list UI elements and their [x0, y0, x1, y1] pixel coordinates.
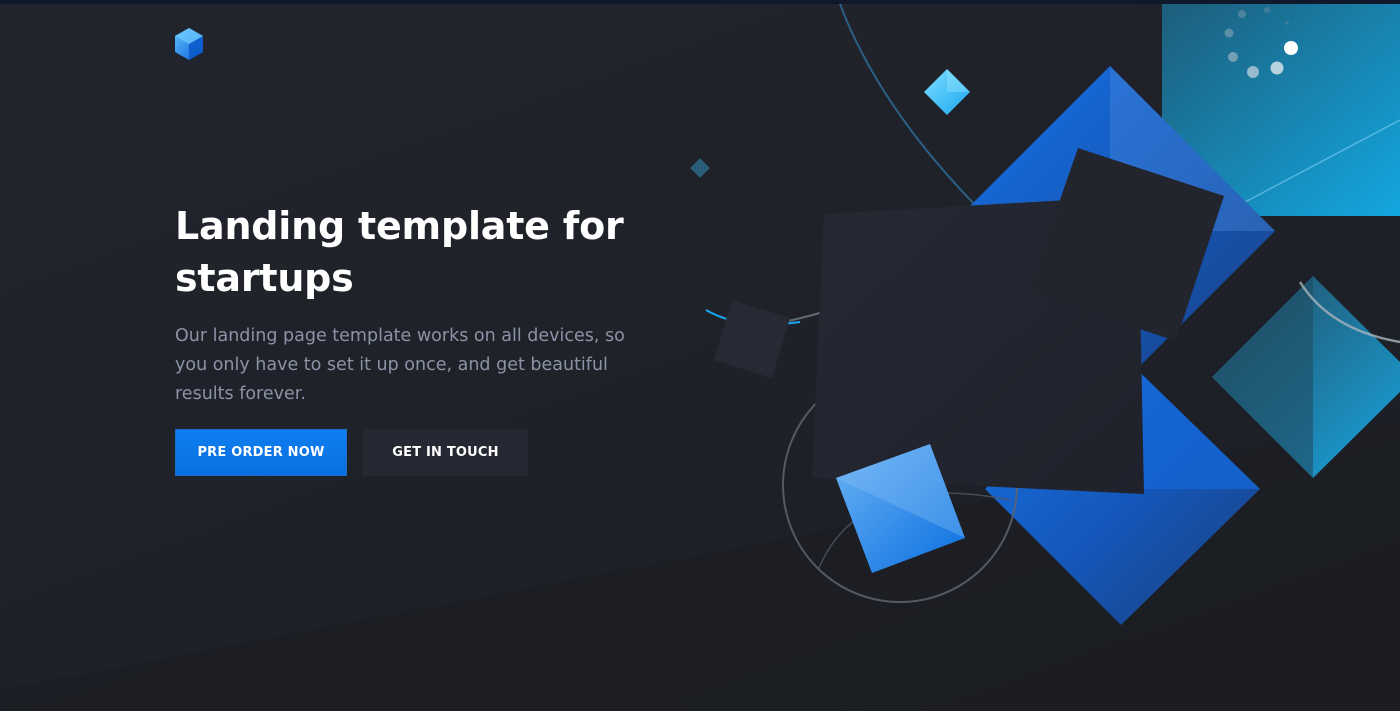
dot	[1285, 21, 1289, 25]
small-diamond-left	[690, 158, 710, 178]
dot	[1264, 7, 1270, 13]
dot	[1238, 10, 1246, 18]
dot	[1224, 28, 1234, 38]
landing-page: Landing template for startups Our landin…	[0, 0, 1400, 711]
arc-line-top	[839, 3, 986, 216]
dot	[1228, 52, 1238, 62]
small-dark-square	[714, 300, 790, 378]
dot	[1247, 66, 1259, 78]
dot	[1284, 41, 1298, 55]
hero-illustration	[690, 3, 1400, 625]
dot	[1270, 61, 1284, 75]
